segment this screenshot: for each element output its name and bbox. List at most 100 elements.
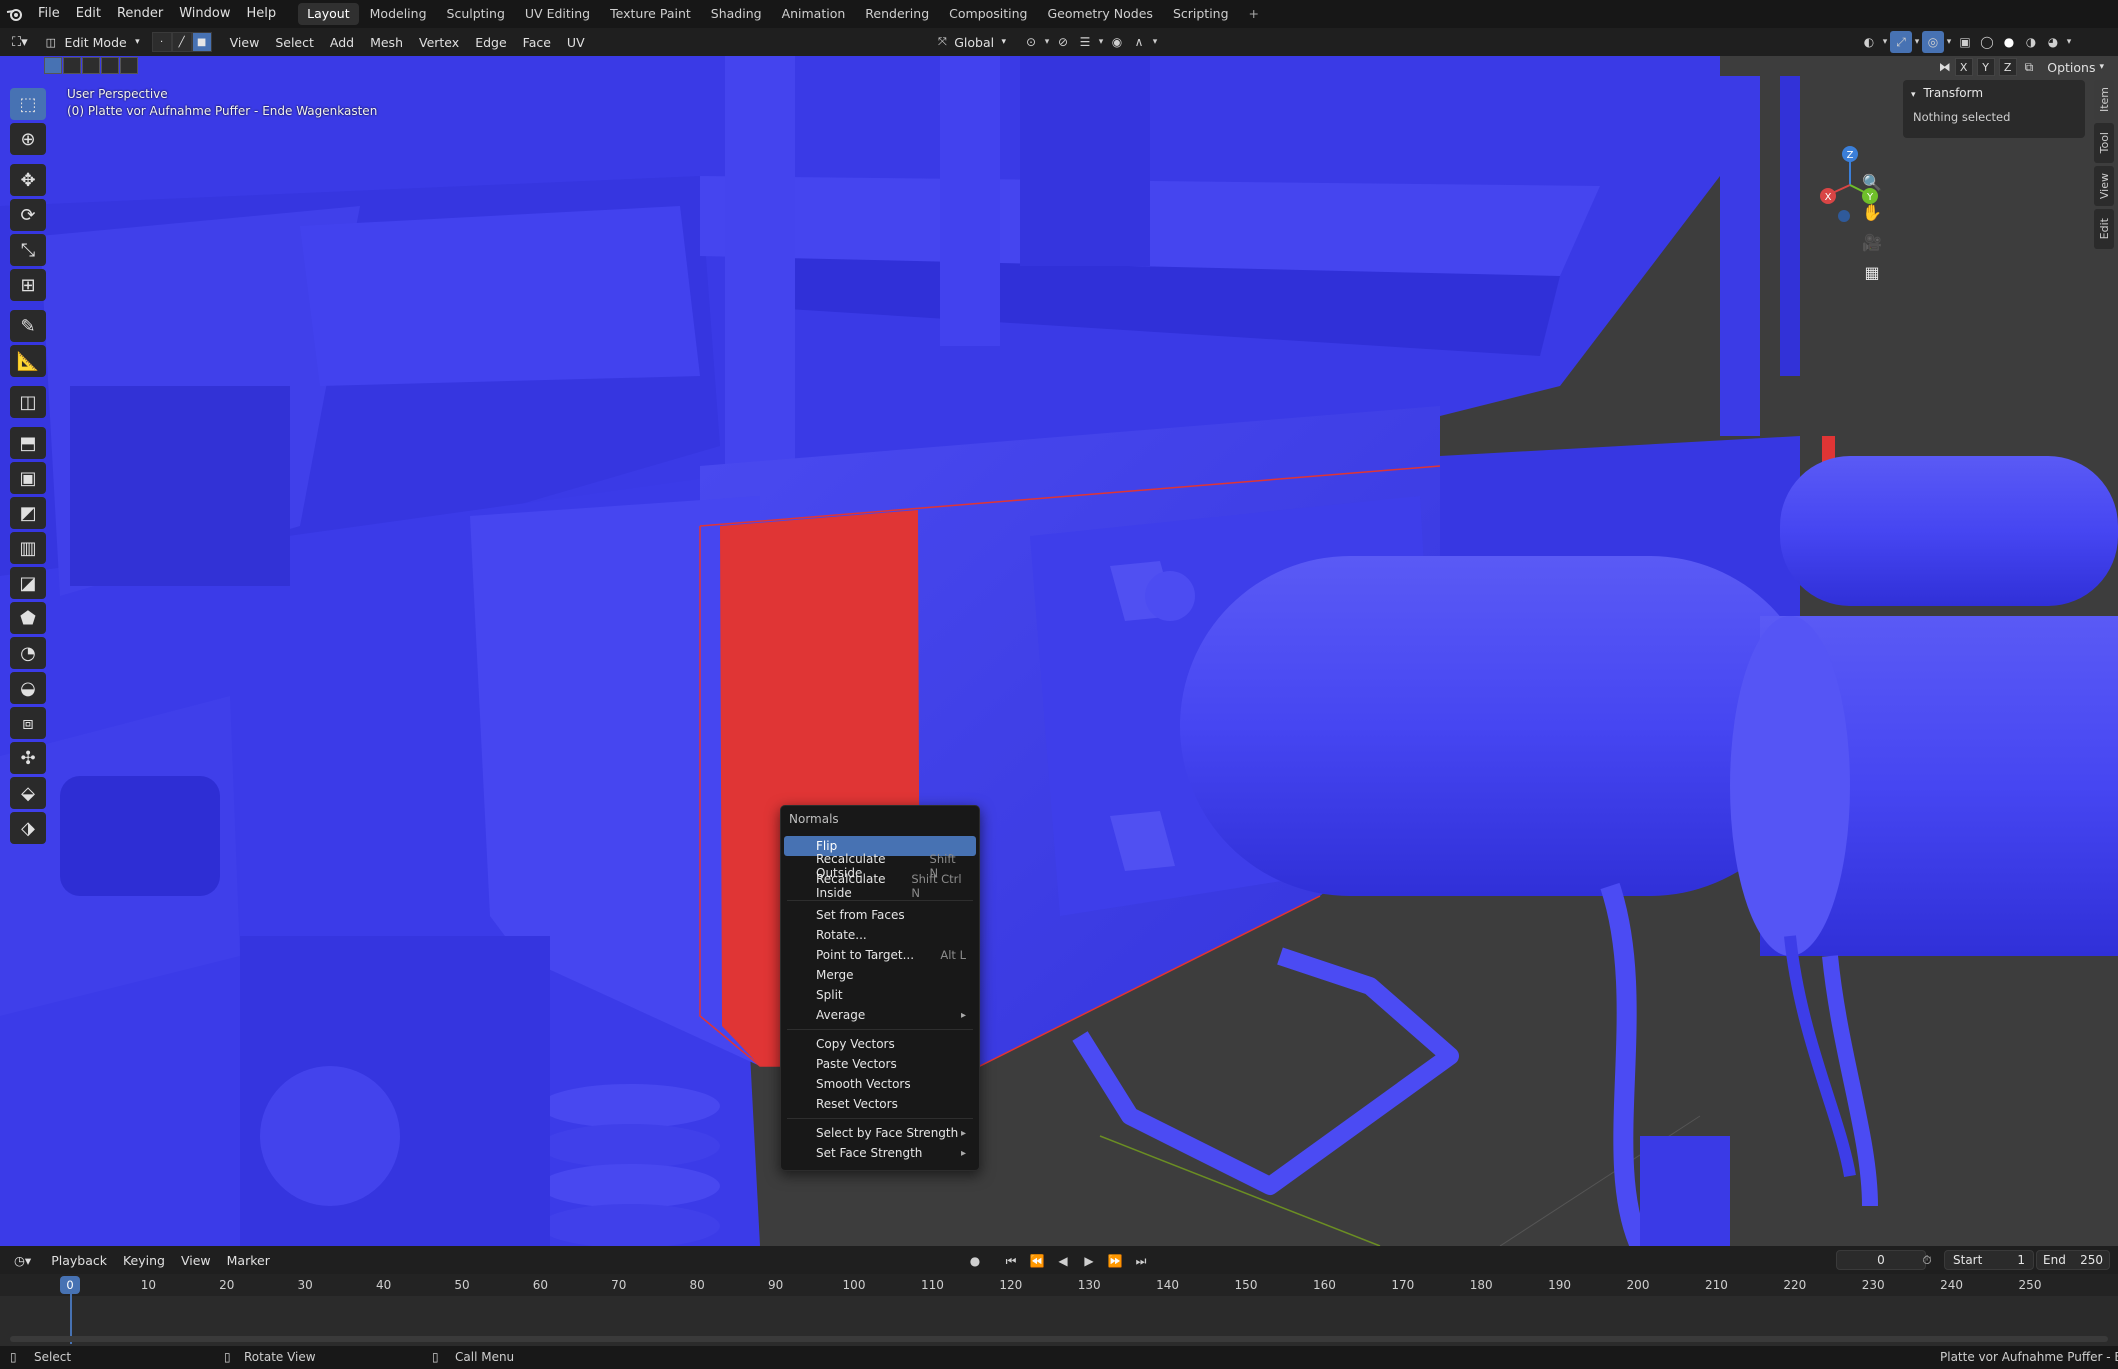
menu-item-reset-vectors[interactable]: Reset Vectors (784, 1094, 976, 1114)
xray-toggle-icon[interactable]: ▣ (1954, 31, 1976, 53)
rip-tool-icon[interactable]: ⬗ (10, 812, 46, 844)
timeline-scrollbar[interactable] (10, 1336, 2108, 1342)
smooth-tool-icon[interactable]: ◒ (10, 672, 46, 704)
spin-tool-icon[interactable]: ◔ (10, 637, 46, 669)
ortho-toggle-icon[interactable]: ▦ (1858, 258, 1886, 286)
proportional-edit-icon[interactable]: ◉ (1106, 31, 1128, 53)
tab-compositing[interactable]: Compositing (940, 3, 1036, 25)
menu-keying[interactable]: Keying (115, 1253, 173, 1268)
annotate-tool-icon[interactable]: ✎ (10, 310, 46, 342)
knife-tool-icon[interactable]: ◪ (10, 567, 46, 599)
set-new-selection-icon[interactable] (44, 57, 62, 74)
loop-cut-tool-icon[interactable]: ▥ (10, 532, 46, 564)
menu-item-set-face-strength[interactable]: Set Face Strength ▸ (784, 1143, 976, 1163)
play-icon[interactable]: ▶ (1078, 1250, 1100, 1272)
editor-type-button[interactable]: ⛶▾ (6, 31, 34, 53)
gizmo-toggle-icon[interactable]: ⤢ (1890, 31, 1912, 53)
chevron-down-icon[interactable]: ▾ (2064, 31, 2074, 53)
extrude-tool-icon[interactable]: ⬒ (10, 427, 46, 459)
overlay-toggle-icon[interactable]: ◎ (1922, 31, 1944, 53)
edge-select-icon[interactable]: ╱ (171, 32, 192, 52)
playhead-frame-badge[interactable]: 0 (60, 1276, 80, 1294)
menu-file[interactable]: File (30, 0, 68, 28)
menu-add[interactable]: Add (322, 35, 362, 50)
tab-modeling[interactable]: Modeling (361, 3, 436, 25)
tab-item[interactable]: Item (2094, 80, 2114, 120)
measure-tool-icon[interactable]: 📐 (10, 345, 46, 377)
menu-help[interactable]: Help (239, 0, 285, 28)
vertex-select-icon[interactable]: · (151, 32, 172, 52)
menu-item-smooth-vectors[interactable]: Smooth Vectors (784, 1074, 976, 1094)
mirror-x-toggle[interactable]: X (1954, 58, 1973, 76)
material-shading-icon[interactable]: ◑ (2020, 31, 2042, 53)
poly-build-tool-icon[interactable]: ⬟ (10, 602, 46, 634)
tab-sculpting[interactable]: Sculpting (438, 3, 514, 25)
play-reverse-icon[interactable]: ◀ (1052, 1250, 1074, 1272)
intersect-selection-icon[interactable] (120, 57, 138, 74)
inset-tool-icon[interactable]: ▣ (10, 462, 46, 494)
visibility-icon[interactable]: ◐ (1858, 31, 1880, 53)
menu-item-select-by-face-strength[interactable]: Select by Face Strength ▸ (784, 1123, 976, 1143)
mode-dropdown[interactable]: ◫ Edit Mode ▾ (40, 31, 146, 53)
tab-edit[interactable]: Edit (2094, 209, 2114, 249)
solid-shading-icon[interactable]: ● (1998, 31, 2020, 53)
chevron-down-icon[interactable]: ▾ (1042, 31, 1052, 53)
menu-item-recalculate-inside[interactable]: Recalculate Inside Shift Ctrl N (784, 872, 976, 900)
rendered-shading-icon[interactable]: ◕ (2042, 31, 2064, 53)
tab-rendering[interactable]: Rendering (856, 3, 938, 25)
transform-panel-header[interactable]: ▾ Transform (1903, 80, 2085, 104)
falloff-icon[interactable]: ∧ (1128, 31, 1150, 53)
menu-timeline-view[interactable]: View (173, 1253, 219, 1268)
snap-target-icon[interactable]: ☰ (1074, 31, 1096, 53)
jump-end-icon[interactable]: ⏭ (1130, 1250, 1152, 1272)
chevron-down-icon[interactable]: ▾ (1096, 31, 1106, 53)
menu-item-split[interactable]: Split (784, 985, 976, 1005)
next-keyframe-icon[interactable]: ⏩ (1104, 1250, 1126, 1272)
menu-item-copy-vectors[interactable]: Copy Vectors (784, 1034, 976, 1054)
tab-layout[interactable]: Layout (298, 3, 359, 25)
mirror-y-toggle[interactable]: Y (1976, 58, 1995, 76)
start-frame-field[interactable]: Start 1 (1944, 1250, 2034, 1270)
timeline-editor-type-button[interactable]: ◷▾ (8, 1249, 37, 1271)
wireframe-shading-icon[interactable]: ◯ (1976, 31, 1998, 53)
menu-view[interactable]: View (222, 35, 268, 50)
add-cube-tool-icon[interactable]: ◫ (10, 386, 46, 418)
menu-item-merge[interactable]: Merge (784, 965, 976, 985)
menu-edge[interactable]: Edge (467, 35, 514, 50)
menu-uv[interactable]: UV (559, 35, 593, 50)
camera-view-icon[interactable]: 🎥 (1858, 228, 1886, 256)
preview-range-icon[interactable]: ⏱ (1916, 1249, 1938, 1271)
menu-playback[interactable]: Playback (43, 1253, 115, 1268)
prev-keyframe-icon[interactable]: ⏪ (1026, 1250, 1048, 1272)
options-dropdown[interactable]: Options ▾ (2041, 56, 2110, 78)
mirror-icon[interactable]: ⧓ (1939, 60, 1951, 74)
pivot-point-icon[interactable]: ⊙ (1020, 31, 1042, 53)
menu-item-average[interactable]: Average ▸ (784, 1005, 976, 1025)
move-tool-icon[interactable]: ✥ (10, 164, 46, 196)
auto-merge-icon[interactable]: ⧉ (2025, 60, 2034, 75)
chevron-down-icon[interactable]: ▾ (1912, 31, 1922, 53)
chevron-down-icon[interactable]: ▾ (1880, 31, 1890, 53)
bevel-tool-icon[interactable]: ◩ (10, 497, 46, 529)
edge-slide-tool-icon[interactable]: ⧈ (10, 707, 46, 739)
3d-viewport[interactable]: User Perspective (0) Platte vor Aufnahme… (0, 56, 2118, 1246)
transform-tool-icon[interactable]: ⊞ (10, 269, 46, 301)
tab-scripting[interactable]: Scripting (1164, 3, 1238, 25)
menu-render[interactable]: Render (109, 0, 171, 28)
snap-icon[interactable]: ⊘ (1052, 31, 1074, 53)
rotate-tool-icon[interactable]: ⟳ (10, 199, 46, 231)
tab-tool[interactable]: Tool (2094, 123, 2114, 163)
frame-ruler[interactable]: 10 20 30 40 50 60 70 80 90 100 110 120 130 140 150 160 1… (0, 1274, 2118, 1296)
tab-geometry-nodes[interactable]: Geometry Nodes (1039, 3, 1162, 25)
menu-edit[interactable]: Edit (68, 0, 109, 28)
menu-vertex[interactable]: Vertex (411, 35, 467, 50)
tab-texture-paint[interactable]: Texture Paint (601, 3, 700, 25)
tab-uv-editing[interactable]: UV Editing (516, 3, 599, 25)
difference-selection-icon[interactable] (101, 57, 119, 74)
extend-selection-icon[interactable] (63, 57, 81, 74)
menu-mesh[interactable]: Mesh (362, 35, 411, 50)
blender-logo-icon[interactable] (0, 0, 30, 28)
jump-start-icon[interactable]: ⏮ (1000, 1250, 1022, 1272)
menu-marker[interactable]: Marker (219, 1253, 278, 1268)
current-frame-field[interactable]: 0 (1836, 1250, 1926, 1270)
